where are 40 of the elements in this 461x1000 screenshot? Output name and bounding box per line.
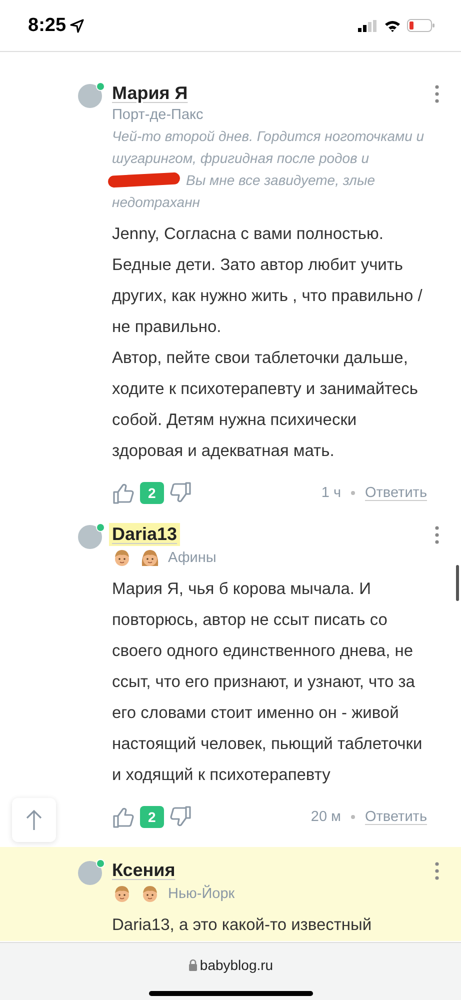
signature-text: Чей-то второй днев. Гордится ноготочками и шугарингом, фригидная после родов и [112,127,426,168]
timestamp: 20 м [310,809,342,825]
arrow-up-icon [26,809,42,831]
location: Афины [168,550,216,566]
clock: 8:25 [28,14,66,36]
boy-icon [112,884,132,904]
thumbs-down-icon[interactable] [168,481,192,505]
signature-text: недотраханн [112,193,201,212]
author-name[interactable]: Daria13 [109,523,180,546]
vote-count: 2 [140,806,164,828]
signal-icon [358,20,378,32]
timestamp: 1 ч [321,485,342,501]
lock-icon [188,959,198,971]
comment-text: Мария Я, чья б корова мычала. И повторюсь, автор не ссыт писать со своего одного единственного днева, не ссыт, что его признают, и узнают, что за его словами стоит именно он - живой настоящий человек, пьющий таблеточки и ходящий к психотерапевту [112,579,424,786]
author-name[interactable]: Мария Я [109,82,191,105]
wifi-icon [384,20,401,32]
scrollbar [456,565,459,601]
girl-icon [140,548,160,568]
author-name[interactable]: Ксения [109,859,178,882]
location: Нью-Йорк [168,886,235,902]
avatar[interactable] [78,84,102,108]
signature-text: Вы мне все завидуете, злые [186,171,376,190]
url-text[interactable]: babyblog.ru [200,957,274,973]
separator-dot [351,815,356,819]
avatar[interactable] [78,861,102,885]
avatar[interactable] [78,525,102,549]
thumbs-down-icon[interactable] [168,805,192,829]
boy-icon [112,548,132,568]
comment-text: Jenny, Согласна с вами полностью. Бедные дети. Зато автор любит учить других, как нужно жить , что правильно /не правильно. [112,224,424,338]
thumbs-up-icon[interactable] [112,805,136,829]
location-arrow-icon [70,18,84,32]
location: Порт-де-Пакс [112,107,204,123]
separator-dot [351,491,356,495]
battery-icon [407,19,435,32]
vote-count: 2 [140,482,164,504]
thumbs-up-icon[interactable] [112,481,136,505]
comment-text: Daria13, а это какой-то известный [112,915,373,936]
boy-icon [140,884,160,904]
comment-text: Автор, пейте свои таблеточки дальше, ходите к психотерапевту и занимайтесь собой. Детям нужна психически здоровая и адекватная мать. [112,348,419,462]
scroll-to-top-button[interactable] [12,798,56,842]
